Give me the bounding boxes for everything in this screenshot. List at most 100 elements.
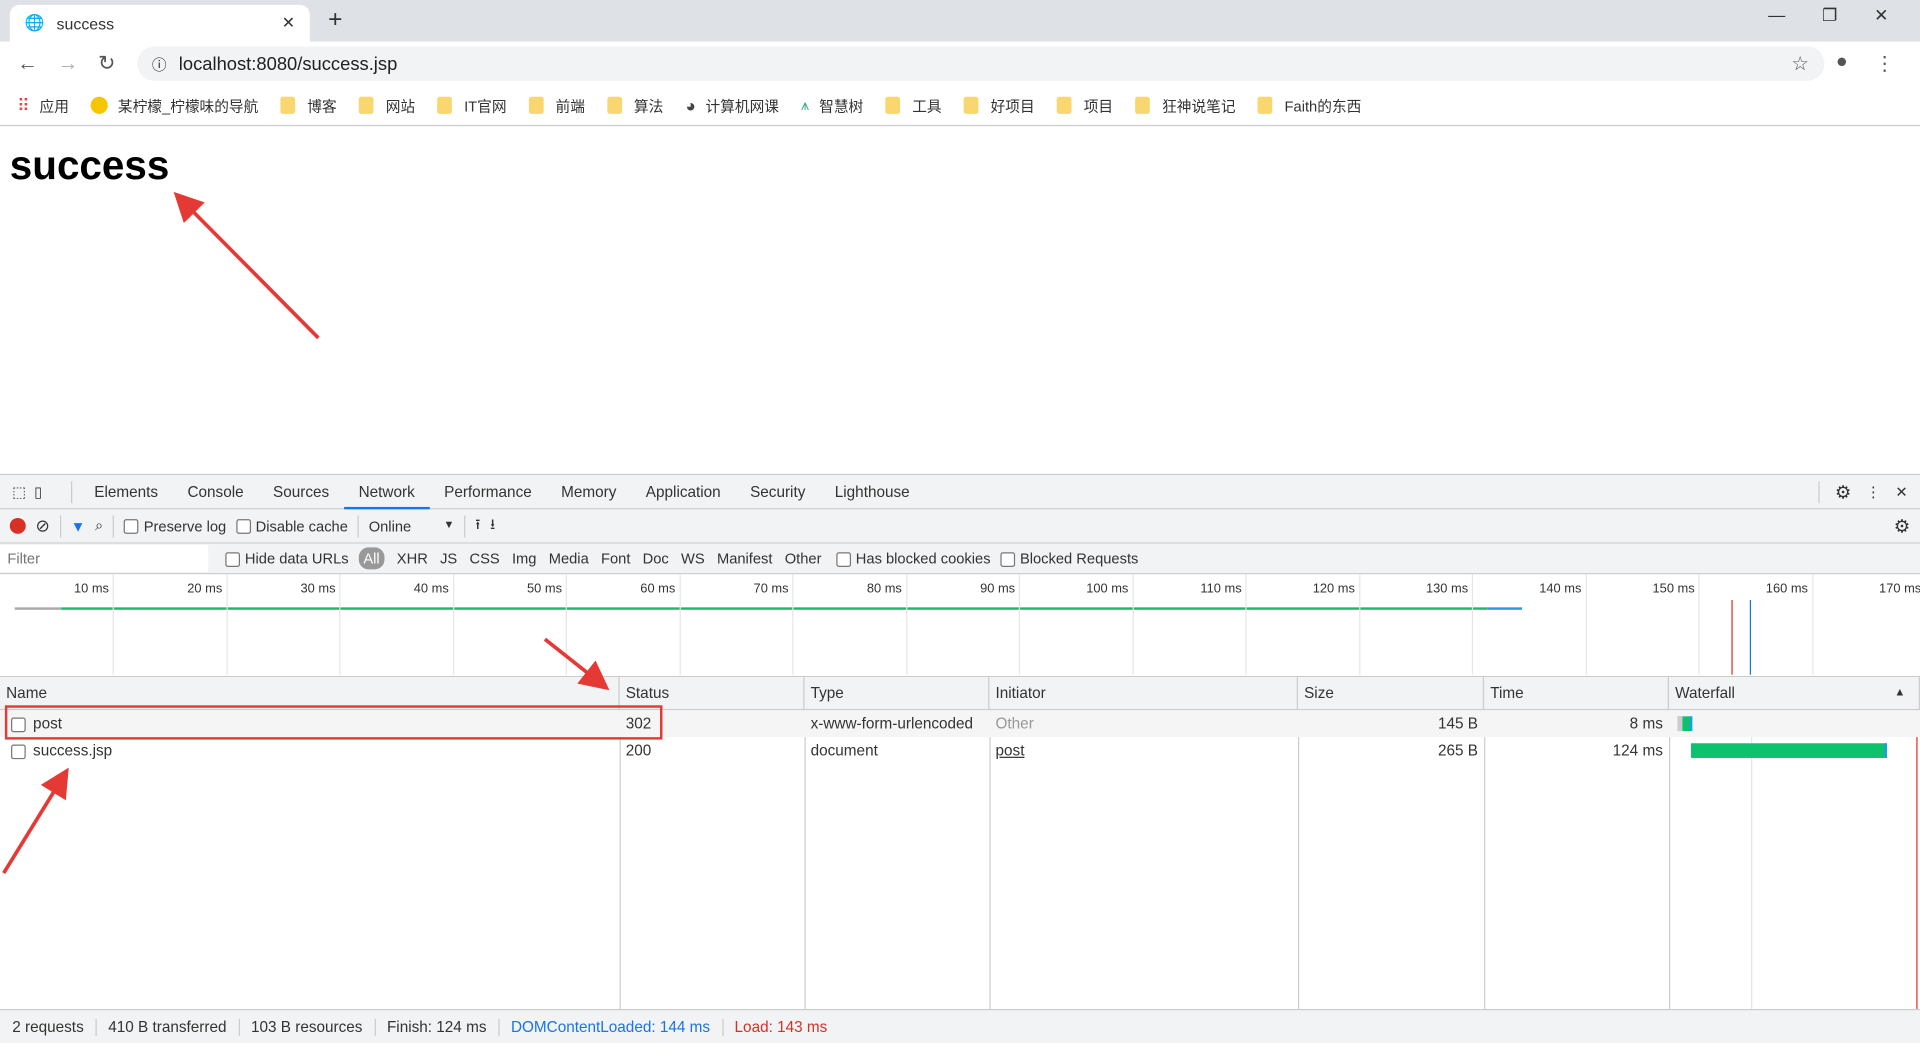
has-blocked-cookies-checkbox[interactable]: Has blocked cookies [836,550,991,567]
filter-type-xhr[interactable]: XHR [397,550,428,567]
bookmark-item[interactable]: 网站 [358,95,415,116]
network-settings-icon[interactable]: ⚙ [1894,515,1910,537]
bookmark-item[interactable]: 狂神说笔记 [1135,95,1236,116]
cell-type: document [804,737,989,764]
timeline-tick-label: 90 ms [980,581,1016,597]
bookmark-item[interactable]: 工具 [885,95,942,116]
column-header-status[interactable]: Status [620,677,805,709]
disable-cache-checkbox[interactable]: Disable cache [236,517,348,534]
address-bar[interactable]: ⓘ localhost:8080/success.jsp [137,46,1825,81]
filter-type-js[interactable]: JS [440,550,457,567]
bookmark-item[interactable]: IT官网 [437,95,507,116]
forward-button[interactable]: → [58,51,79,75]
browser-tab[interactable]: 🌐 success ✕ [9,4,310,42]
reload-button[interactable]: ↻ [98,51,115,75]
profile-icon[interactable]: ● [1836,51,1848,75]
filter-type-other[interactable]: Other [785,550,822,567]
filter-type-font[interactable]: Font [601,550,630,567]
timeline-gridline [1698,574,1700,675]
more-icon[interactable]: ⋮ [1866,483,1881,500]
close-window-button[interactable]: ✕ [1874,5,1888,26]
menu-icon[interactable]: ⋮ [1875,51,1895,75]
filter-type-doc[interactable]: Doc [643,550,669,567]
bookmark-label: 智慧树 [819,97,864,115]
import-har-icon[interactable]: ⭱ [475,513,480,539]
bookmark-label: 好项目 [990,97,1035,115]
timeline-tick-label: 10 ms [73,581,109,597]
globe-icon: 🌐 [24,13,45,32]
filter-type-all[interactable]: All [358,547,385,570]
column-header-type[interactable]: Type [804,677,990,709]
search-icon[interactable]: ⌕ [95,517,103,535]
column-header-initiator[interactable]: Initiator [989,677,1298,709]
timeline-tick-label: 150 ms [1652,581,1695,597]
bookmark-item[interactable]: 博客 [280,95,337,116]
timeline-overview[interactable]: 10 ms 20 ms 30 ms 40 ms 50 ms 60 ms 70 ms 80 ms… [0,574,1920,678]
bookmark-item[interactable]: ⩚ 智慧树 [801,95,863,116]
column-header-time[interactable]: Time [1484,677,1669,709]
cell-initiator[interactable]: post [989,737,1298,764]
filter-input[interactable] [0,544,209,572]
tab-security[interactable]: Security [735,474,820,508]
timeline-tick-label: 170 ms [1879,581,1920,597]
bookmark-item[interactable]: 前端 [528,95,585,116]
back-button[interactable]: ← [17,51,38,75]
column-header-waterfall[interactable]: Waterfall [1669,677,1920,709]
close-tab-icon[interactable]: ✕ [282,13,295,33]
bookmark-item[interactable]: 算法 [606,95,663,116]
tab-performance[interactable]: Performance [429,474,546,508]
table-row[interactable]: post 302 x-www-form-urlencoded Other 145 B 8 … [0,710,1920,738]
settings-icon[interactable]: ⚙ [1835,481,1851,503]
annotation-arrow [173,191,320,340]
type-value: x-www-form-urlencoded [810,715,974,733]
tab-memory[interactable]: Memory [546,474,631,508]
sort-ascending-icon[interactable]: ▲ [1894,686,1905,698]
bookmark-star-icon[interactable]: ☆ [1791,51,1809,75]
filter-icon[interactable]: ▼ [71,517,86,534]
status-bar: 2 requests 410 B transferred 103 B resou… [0,1008,1920,1043]
filter-type-manifest[interactable]: Manifest [717,550,773,567]
tab-network[interactable]: Network [343,474,430,509]
name-value: post [33,715,63,733]
tab-elements[interactable]: Elements [80,474,173,508]
preserve-log-checkbox[interactable]: Preserve log [124,517,226,534]
clear-icon[interactable]: ⊘ [36,516,50,537]
bookmark-item[interactable]: ⠿ 应用 [17,95,69,116]
hide-data-urls-checkbox[interactable]: Hide data URLs [225,550,349,567]
filter-type-css[interactable]: CSS [469,550,499,567]
throttle-select[interactable]: Online ▼ [369,517,455,534]
tab-console[interactable]: Console [173,474,259,508]
tab-application[interactable]: Application [631,474,735,508]
cell-name[interactable]: success.jsp [0,737,620,764]
bookmark-item[interactable]: Faith的东西 [1257,95,1361,116]
restore-button[interactable]: ❐ [1822,5,1837,26]
bookmark-item[interactable]: 某柠檬_柠檬味的导航 [90,95,258,116]
minimize-button[interactable]: — [1768,5,1785,26]
new-tab-button[interactable]: + [328,6,342,34]
blocked-requests-checkbox[interactable]: Blocked Requests [1000,550,1138,567]
filter-type-media[interactable]: Media [549,550,589,567]
bookmark-item[interactable]: ◕ 计算机网课 [685,95,779,116]
bookmark-item[interactable]: 项目 [1056,95,1113,116]
cell-initiator[interactable]: Other [989,710,1298,737]
export-har-icon[interactable]: ⭳ [490,513,495,539]
folder-icon [358,96,374,114]
filter-bar: Hide data URLs All XHR JS CSS Img Media Font Do… [0,543,1920,575]
folder-icon [606,96,622,114]
device-toggle-icon[interactable]: ▯ [34,483,58,500]
cell-name[interactable]: post [0,710,620,737]
tab-sources[interactable]: Sources [258,474,344,508]
table-row[interactable]: success.jsp 200 document post 265 B 124 ms [0,737,1920,764]
record-button[interactable] [9,517,26,534]
filter-type-ws[interactable]: WS [681,550,705,567]
column-header-name[interactable]: Name [0,677,620,709]
initiator-value[interactable]: post [996,742,1025,759]
bookmark-item[interactable]: 好项目 [963,95,1035,116]
inspect-icon[interactable]: ⬚ [12,483,34,500]
tab-lighthouse[interactable]: Lighthouse [820,474,924,508]
bookmark-label: 工具 [912,97,942,115]
close-devtools-icon[interactable]: ✕ [1895,483,1907,500]
filter-type-img[interactable]: Img [512,550,537,567]
status-value: 200 [625,742,652,760]
column-header-size[interactable]: Size [1298,677,1485,709]
